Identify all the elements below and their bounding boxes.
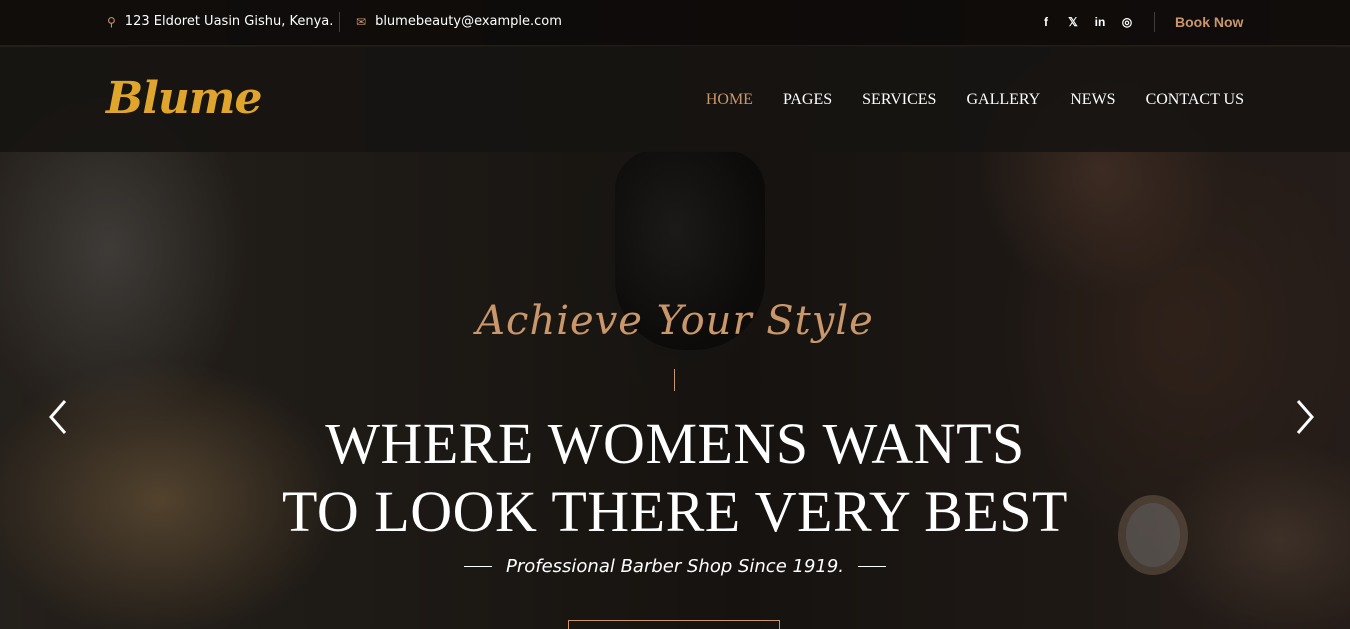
hero-headline: WHERE WOMENS WANTS TO LOOK THERE VERY BE… <box>0 410 1350 546</box>
address-text: 123 Eldoret Uasin Gishu, Kenya. <box>124 14 334 29</box>
top-info-bar: ⚲ 123 Eldoret Uasin Gishu, Kenya. ✉ blum… <box>0 0 1350 46</box>
hero-headline-line-2: TO LOOK THERE VERY BEST <box>282 479 1068 544</box>
hero-cta-button[interactable] <box>568 620 780 629</box>
hero-subtitle: Professional Barber Shop Since 1919. <box>0 556 1350 577</box>
nav-item-news[interactable]: NEWS <box>1070 91 1115 109</box>
chevron-left-icon <box>49 400 67 434</box>
envelope-icon: ✉ <box>356 14 367 29</box>
address-info: ⚲ 123 Eldoret Uasin Gishu, Kenya. <box>107 0 333 43</box>
facebook-icon[interactable]: f <box>1040 15 1052 29</box>
nav-item-home[interactable]: HOME <box>706 91 753 109</box>
location-pin-icon: ⚲ <box>107 14 116 29</box>
logo[interactable]: Blume <box>106 73 262 124</box>
slider-next-arrow[interactable] <box>1290 398 1320 436</box>
main-nav: HOME PAGES SERVICES GALLERY NEWS CONTACT… <box>706 47 1244 152</box>
divider <box>1154 12 1155 32</box>
subtitle-dash-right <box>858 566 887 567</box>
email-text[interactable]: blumebeauty@example.com <box>375 14 562 29</box>
book-now-link[interactable]: Book Now <box>1175 0 1243 43</box>
divider <box>339 12 340 32</box>
hero-headline-line-1: WHERE WOMENS WANTS <box>325 411 1025 476</box>
nav-item-gallery[interactable]: GALLERY <box>966 91 1040 109</box>
hero-divider <box>674 369 675 391</box>
linkedin-icon[interactable]: in <box>1094 15 1106 29</box>
instagram-icon[interactable]: ◎ <box>1121 15 1133 29</box>
subtitle-dash-left <box>463 566 492 567</box>
slider-prev-arrow[interactable] <box>43 398 73 436</box>
x-icon[interactable]: 𝕏 <box>1067 15 1079 29</box>
nav-item-pages[interactable]: PAGES <box>783 91 832 109</box>
email-info[interactable]: ✉ blumebeauty@example.com <box>356 0 562 43</box>
social-links: f 𝕏 in ◎ <box>1040 0 1133 43</box>
chevron-right-icon <box>1296 400 1314 434</box>
nav-item-services[interactable]: SERVICES <box>862 91 936 109</box>
nav-item-contact-us[interactable]: CONTACT US <box>1146 91 1244 109</box>
hero-subtitle-text: Professional Barber Shop Since 1919. <box>505 556 845 577</box>
hero-script-title: Achieve Your Style <box>476 298 874 344</box>
main-navbar: Blume HOME PAGES SERVICES GALLERY NEWS C… <box>0 47 1350 152</box>
